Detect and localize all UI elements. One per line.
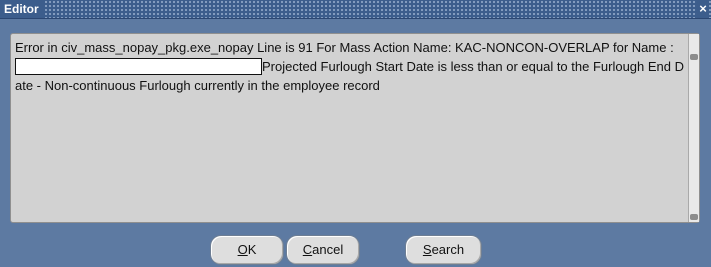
cancel-mnemonic: C [302, 242, 313, 257]
ok-button[interactable]: OK [210, 235, 284, 265]
editor-text-area[interactable]: Error in civ_mass_nopay_pkg.exe_nopay Li… [15, 38, 685, 218]
vertical-scrollbar[interactable] [688, 34, 699, 222]
cancel-button[interactable]: Cancel [286, 235, 360, 265]
scroll-up-arrow-icon[interactable] [690, 54, 698, 60]
window-title: Editor [0, 0, 45, 18]
editor-window: Editor × Error in civ_mass_nopay_pkg.exe… [0, 0, 711, 267]
search-button[interactable]: Search [405, 235, 482, 265]
message-text-part-1: Error in civ_mass_nopay_pkg.exe_nopay Li… [15, 40, 674, 55]
close-icon[interactable]: × [697, 0, 709, 18]
ok-mnemonic: O [237, 242, 248, 257]
scroll-down-arrow-icon[interactable] [690, 214, 698, 220]
name-field[interactable] [15, 58, 262, 75]
ok-label-rest: K [247, 242, 257, 257]
search-mnemonic: S [422, 242, 432, 257]
search-label-rest: earch [431, 242, 465, 257]
cancel-label-rest: ancel [312, 242, 344, 257]
editor-text-panel[interactable]: Error in civ_mass_nopay_pkg.exe_nopay Li… [10, 33, 700, 223]
title-bar[interactable]: Editor × [0, 0, 711, 19]
button-bar: OK Cancel Search [0, 230, 711, 267]
